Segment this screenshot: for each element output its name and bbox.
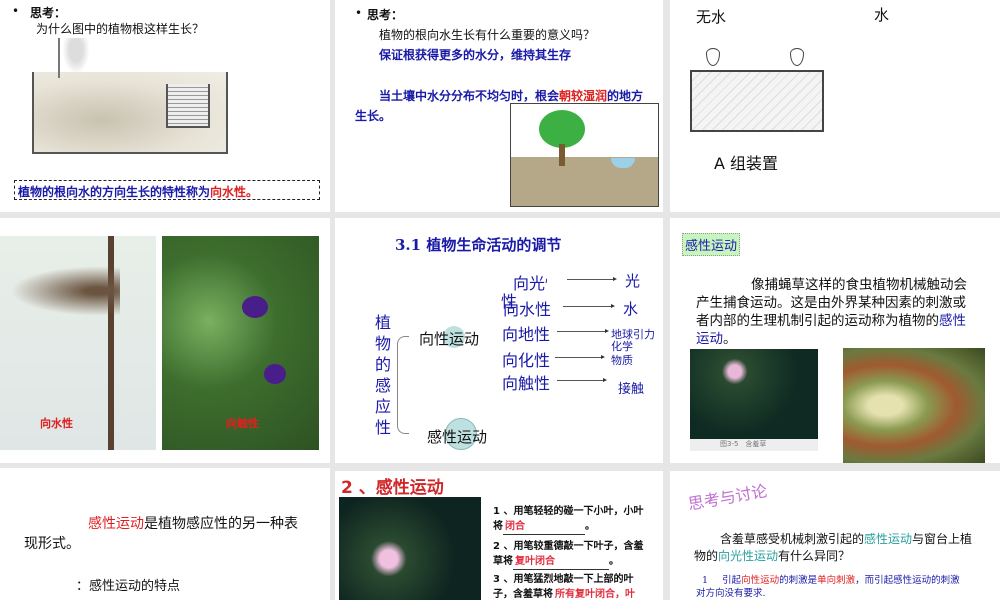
step-end: 。 [585,521,595,532]
answer-blank: 复叶闭合 [513,554,609,570]
arrow [555,355,605,359]
question-part: 含羞草感受机械刺激引起的 [720,532,865,546]
step-1: 1 、用笔轻轻的碰一下小叶，小叶将 闭合。 [493,504,653,535]
statement-text: 感性运动是植物感应性的另一种表现形式。 [24,514,304,554]
question-text: 植物的根向水生长有什么重要的意义吗？ [379,28,596,42]
subheading: ：感性运动的特点 [76,579,181,594]
answer-number: 1 [702,575,709,586]
definition-box: 植物的根向水的方向生长的特性称为向水性。 [14,180,320,200]
slide-title: 3.1 植物生命活动的调节 [395,236,562,254]
slide-thumbnail-1[interactable]: • 思考： 为什么图中的植物根这样生长？ 植物的根向水的方向生长的特性称为向水性… [0,0,330,212]
arrow [567,277,617,281]
slide-thumbnail-3[interactable]: 无水 水 A 组装置 [670,0,1000,212]
stimulus-label: 光 [625,272,641,290]
statement-part: 是植物感应性的另一种表现形式。 [24,516,298,552]
tropism-item: 向水性 [503,300,552,319]
answer-term: 向性运动 [741,575,780,586]
definition-term: 向水性。 [210,185,259,199]
photo-caption: 图3-5 含羞草 [690,439,818,451]
question-term: 向光性运动 [718,549,779,563]
discussion-answer: 1 引起向性运动的刺激是单向刺激，而引起感性运动的刺激对方向没有要求. [696,574,966,600]
root-label: 植物的感应性 [375,313,392,437]
bullet: • [12,4,20,18]
tropism-item: 向光性 [513,274,547,293]
photo-label-hydrotropism: 向水性 [40,417,73,430]
bullet: • [355,6,363,20]
statement-term: 感性运动 [88,516,144,532]
slide-thumbnail-9[interactable]: 思考与讨论 含羞草感受机械刺激引起的感性运动与窗台上植物的向光性运动有什么异同？… [670,471,1000,600]
label-no-water: 无水 [696,8,727,26]
funnel-left [706,48,720,66]
description-part: 。 [723,331,737,347]
slide-title: 思考： [30,6,67,20]
branch-tropism: 向性运动 [419,330,480,348]
water-container-illustration [166,84,210,128]
tropism-item: 向化性 [502,351,551,370]
stimulus-label: 水 [623,300,639,318]
description-text: 像捕蝇草这样的食虫植物机械触动会产生捕食运动。这是由外界某种因素的刺激或者内部的… [696,276,978,348]
branch-nastic: 感性运动 [427,428,488,446]
arrow [563,304,615,308]
slide-thumbnail-6[interactable]: 感性运动 像捕蝇草这样的食虫植物机械触动会产生捕食运动。这是由外界某种因素的刺激… [670,218,1000,463]
stimulus-label: 化学物质 [611,340,633,367]
answer-part: 引起 [722,575,742,586]
plant-sprout-illustration [58,38,92,78]
slide-thumbnail-7[interactable]: 感性运动是植物感应性的另一种表现形式。 ：感性运动的特点 [0,468,330,600]
root-photo [0,236,156,450]
discussion-question: 含羞草感受机械刺激引起的感性运动与窗台上植物的向光性运动有什么异同？ [694,531,984,565]
venus-flytrap-photo [843,348,985,463]
tree-roots-image [510,103,659,207]
slide-thumbnail-2[interactable]: • 思考： 植物的根向水生长有什么重要的意义吗？ 保证根获得更多的水分，维持其生… [335,0,663,212]
answer-text: 保证根获得更多的水分，维持其生存 [379,48,572,62]
explanation-highlight: 朝较湿润 [559,89,608,103]
definition-text: 植物的根向水的方向生长的特性称为 [18,185,211,199]
mimosa-photo [339,497,481,600]
label-water: 水 [874,6,890,24]
apparatus-caption: A 组装置 [714,154,779,173]
slide-thumbnail-4[interactable]: 向水性 向触性 [0,218,330,463]
slide-thumbnail-8[interactable]: 2 、感性运动 1 、用笔轻轻的碰一下小叶，小叶将 闭合。 2 、用笔较重德敲一下… [335,471,663,600]
slide-title: 2 、感性运动 [341,478,444,498]
question-text: 为什么图中的植物根这样生长？ [36,22,205,36]
step-3: 3 、用笔猛烈地敲一下上部的叶子，含羞草将 所有复叶闭合，叶 [493,572,653,600]
tropism-item: 向地性 [502,325,551,344]
arrow [557,329,609,333]
funnel-right [790,48,804,66]
brace [397,336,409,434]
description-part: 像捕蝇草这样的食虫植物机械触动会产生捕食运动。这是由外界某种因素的刺激或者内部的… [696,277,967,329]
discussion-heading: 思考与讨论 [686,481,769,514]
answer-blank: 闭合 [503,519,585,535]
answer-blank: 所有复叶闭合，叶 [553,587,635,600]
slide-title: 思考： [367,8,404,22]
question-part: 有什么异同？ [778,549,851,563]
topic-tag: 感性运动 [682,233,741,256]
tropism-item: 向触性 [502,374,551,393]
arrow [557,378,607,382]
photo-label-thigmotropism: 向触性 [226,417,259,430]
answer-term: 单向刺激 [817,575,856,586]
answer-part: 的刺激是 [779,575,818,586]
step-end: 。 [609,556,619,567]
step-2: 2 、用笔较重德敲一下叶子，含羞草将 复叶闭合。 [493,539,653,570]
question-term: 感性运动 [864,532,913,546]
stimulus-label: 接触 [618,382,645,397]
apparatus-illustration [690,70,824,132]
explanation-part: 当土壤中水分分布不均匀时，根会 [379,89,560,103]
mimosa-photo [690,349,818,439]
slide-thumbnail-5[interactable]: 3.1 植物生命活动的调节 植物的感应性 向性运动 感性运动 性 向光性 向水性… [335,218,663,463]
